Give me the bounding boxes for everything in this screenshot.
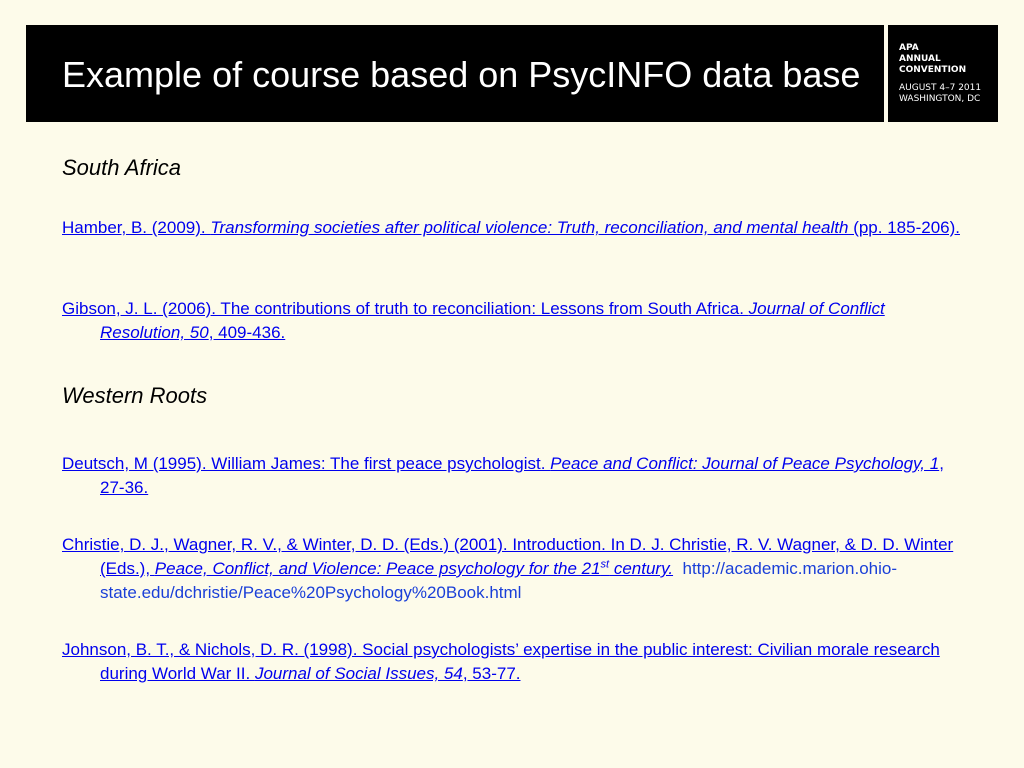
ref-italic: Journal of Social Issues, 54 [254,664,463,683]
ref-superscript: st [600,558,610,571]
ref-text: (pp. 185-206). [848,218,960,237]
reference-hamber[interactable]: Hamber, B. (2009). Transforming societie… [62,216,962,240]
logo-line-4: AUGUST 4–7 2011 [899,83,982,93]
reference-christie[interactable]: Christie, D. J., Wagner, R. V., & Winter… [62,533,962,605]
reference-link-gibson[interactable]: Gibson, J. L. (2006). The contributions … [62,299,885,342]
ref-text: Hamber, B. (2009). [62,218,211,237]
ref-italic: century. [609,559,674,578]
apa-convention-logo: APA ANNUAL CONVENTION AUGUST 4–7 2011 WA… [888,25,998,122]
slide-title: Example of course based on PsycINFO data… [62,54,861,95]
ref-italic: Peace and Conflict: Journal of Peace Psy… [550,454,940,473]
ref-text: Deutsch, M (1995). William James: The fi… [62,454,551,473]
ref-italic: Transforming societies after political v… [210,218,849,237]
reference-link-deutsch[interactable]: Deutsch, M (1995). William James: The fi… [62,454,944,497]
section-heading-south-africa: South Africa [62,155,182,180]
logo-line-5: WASHINGTON, DC [899,94,981,104]
ref-text: , 409-436. [208,323,286,342]
ref-text: Gibson, J. L. (2006). The contributions … [62,299,749,318]
reference-gibson[interactable]: Gibson, J. L. (2006). The contributions … [62,297,962,345]
logo-line-1: APA [899,43,919,53]
ref-italic: Peace, Conflict, and Violence: Peace psy… [154,559,601,578]
logo-line-2: ANNUAL [899,54,941,64]
section-heading-western-roots: Western Roots [62,383,208,408]
title-bar: Example of course based on PsycINFO data… [26,25,884,122]
ref-text: , 53-77. [462,664,521,683]
reference-johnson[interactable]: Johnson, B. T., & Nichols, D. R. (1998).… [62,638,962,686]
reference-link-hamber[interactable]: Hamber, B. (2009). Transforming societie… [62,218,960,237]
reference-link-johnson[interactable]: Johnson, B. T., & Nichols, D. R. (1998).… [62,640,940,683]
logo-line-3: CONVENTION [899,65,967,75]
reference-deutsch[interactable]: Deutsch, M (1995). William James: The fi… [62,452,962,500]
